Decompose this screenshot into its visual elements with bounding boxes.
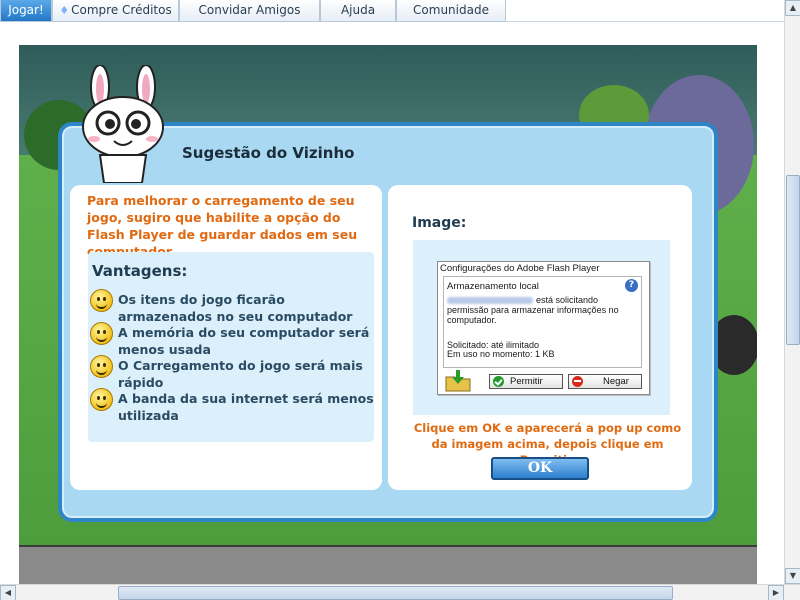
flash-deny-button: Negar <box>568 374 642 389</box>
scroll-left-icon[interactable]: ◀ <box>0 585 16 600</box>
game-footer-strip <box>19 545 757 585</box>
scroll-up-icon[interactable]: ▲ <box>785 0 800 16</box>
minus-icon <box>572 376 583 387</box>
intro-text: Para melhorar o carregamento de seu jogo… <box>87 193 358 259</box>
advantage-item: A memória do seu computador será menos u… <box>90 322 380 358</box>
tab-compre-creditos[interactable]: ♦ Compre Créditos <box>52 0 179 22</box>
folder-download-icon <box>445 370 471 392</box>
advantages-title: Vantagens: <box>92 262 188 280</box>
advantage-text: Os itens do jogo ficarão armazenados no … <box>118 292 353 324</box>
dialog-title: Sugestão do Vizinho <box>182 144 355 162</box>
tab-jogar[interactable]: Jogar! <box>0 0 52 22</box>
tab-ajuda[interactable]: Ajuda <box>320 0 396 22</box>
scroll-down-icon[interactable]: ▼ <box>785 568 800 584</box>
flash-in-use: Em uso no momento: 1 KB <box>447 349 555 359</box>
bunny-mascot-icon <box>82 65 164 183</box>
tab-comunidade[interactable]: Comunidade <box>396 0 506 22</box>
advantage-item: A banda da sua internet será menos utili… <box>90 388 380 424</box>
image-label: Image: <box>412 215 467 231</box>
flash-message: está solicitando permissão para armazena… <box>447 295 619 325</box>
advantage-item: Os itens do jogo ficarão armazenados no … <box>90 289 380 325</box>
check-icon <box>493 376 504 387</box>
horizontal-scroll-thumb[interactable] <box>118 586 673 600</box>
diamond-icon: ♦ <box>59 4 70 17</box>
top-navigation: Jogar! ♦ Compre Créditos Convidar Amigos … <box>0 0 784 22</box>
tab-convidar-amigos[interactable]: Convidar Amigos <box>179 0 320 22</box>
flash-allow-button: Permitir <box>489 374 563 389</box>
flash-section-title: Armazenamento local <box>447 281 539 292</box>
advantage-item: O Carregamento do jogo será mais rápido <box>90 355 380 391</box>
advantage-text: A memória do seu computador será menos u… <box>118 325 370 357</box>
scroll-right-icon[interactable]: ▶ <box>768 585 784 600</box>
help-icon: ? <box>625 279 638 292</box>
horizontal-scrollbar[interactable]: ◀ ▶ <box>0 584 800 600</box>
smiley-icon <box>90 388 113 411</box>
vertical-scrollbar[interactable]: ▲ ▼ <box>784 0 800 584</box>
smiley-icon <box>90 322 113 345</box>
advantage-text: A banda da sua internet será menos utili… <box>118 391 374 423</box>
smiley-icon <box>90 355 113 378</box>
ok-button[interactable]: OK <box>491 457 589 480</box>
vertical-scroll-thumb[interactable] <box>786 175 800 345</box>
smiley-icon <box>90 289 113 312</box>
flash-dialog-title: Configurações do Adobe Flash Player <box>440 263 600 274</box>
advantage-text: O Carregamento do jogo será mais rápido <box>118 358 363 390</box>
